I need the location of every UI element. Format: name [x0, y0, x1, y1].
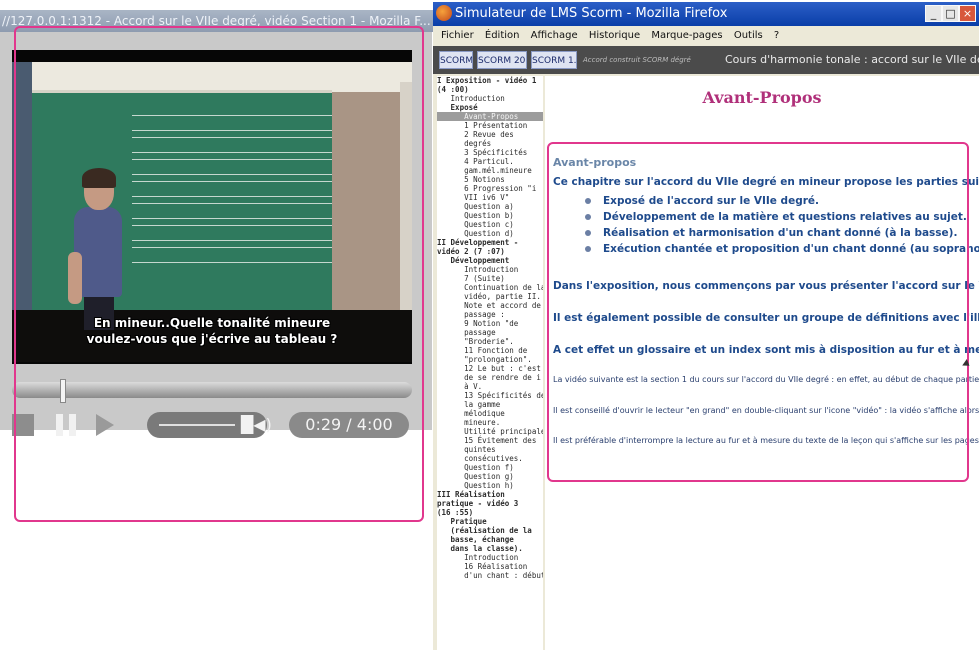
- toc-item[interactable]: Pratique: [437, 517, 543, 526]
- toc-item[interactable]: 1 Présentation: [437, 121, 543, 130]
- toc-item[interactable]: 7 (Suite): [437, 274, 543, 283]
- toolbar-course-label: Accord construit SCORM dégré: [583, 56, 691, 64]
- toc-item[interactable]: vidéo 2 (7 :07): [437, 247, 543, 256]
- menu-marque-pages[interactable]: Marque-pages: [651, 26, 722, 46]
- toc-item[interactable]: consécutives.: [437, 454, 543, 463]
- maximize-button[interactable]: □: [942, 5, 959, 22]
- toc-item[interactable]: "prolongation".: [437, 355, 543, 364]
- menu-outils[interactable]: Outils: [734, 26, 763, 46]
- toc-item[interactable]: 6 Progression "i: [437, 184, 543, 193]
- toc-item[interactable]: 3 Spécificités: [437, 148, 543, 157]
- toc-item[interactable]: 12 Le but : c'est: [437, 364, 543, 373]
- toc-item[interactable]: Question g): [437, 472, 543, 481]
- toc-item[interactable]: 2 Revue des: [437, 130, 543, 139]
- toc-item[interactable]: Introduction: [437, 265, 543, 274]
- toc-item[interactable]: la gamme: [437, 400, 543, 409]
- toc-item[interactable]: Continuation de la: [437, 283, 543, 292]
- toc-item[interactable]: basse, échange: [437, 535, 543, 544]
- firefox-logo-icon: [436, 5, 452, 21]
- toc-item[interactable]: (4 :00): [437, 85, 543, 94]
- menu-help[interactable]: ?: [774, 26, 779, 46]
- menu-affichage[interactable]: Affichage: [531, 26, 578, 46]
- toc-item[interactable]: Introduction: [437, 94, 543, 103]
- close-button[interactable]: ×: [959, 5, 976, 22]
- scorm-button[interactable]: SCORM: [439, 51, 473, 69]
- toc-item[interactable]: Note et accord de: [437, 301, 543, 310]
- firefox-window-title: Simulateur de LMS Scorm - Mozilla Firefo…: [455, 6, 728, 21]
- toc-item[interactable]: Utilité principale.: [437, 427, 543, 436]
- scorm-2004-button[interactable]: SCORM 2004: [477, 51, 527, 69]
- toc-item[interactable]: vidéo, partie II.: [437, 292, 543, 301]
- toc-item[interactable]: Avant-Propos: [437, 112, 543, 121]
- video-highlight-box: [14, 26, 424, 522]
- toc-item[interactable]: Question d): [437, 229, 543, 238]
- toc-item[interactable]: Introduction: [437, 553, 543, 562]
- menu-historique[interactable]: Historique: [589, 26, 640, 46]
- toc-item[interactable]: Question b): [437, 211, 543, 220]
- toc-item[interactable]: passage :: [437, 310, 543, 319]
- toc-item[interactable]: passage: [437, 328, 543, 337]
- toc-item[interactable]: Question a): [437, 202, 543, 211]
- toc-item[interactable]: 13 Spécificités de: [437, 391, 543, 400]
- toc-item[interactable]: degrés: [437, 139, 543, 148]
- page-title: Avant-Propos: [702, 88, 822, 107]
- toc-item[interactable]: 16 Réalisation: [437, 562, 543, 571]
- toc-item[interactable]: (16 :55): [437, 508, 543, 517]
- toc-item[interactable]: mélodique: [437, 409, 543, 418]
- menu-edition[interactable]: Édition: [485, 26, 520, 46]
- toc-item[interactable]: gam.mél.mineure: [437, 166, 543, 175]
- table-of-contents: I Exposition - vidéo 1 (4 :00) Introducti…: [437, 76, 543, 650]
- toc-item[interactable]: Question c): [437, 220, 543, 229]
- firefox-titlebar: Simulateur de LMS Scorm - Mozilla Firefo…: [433, 2, 979, 26]
- toc-item[interactable]: 9 Notion "de: [437, 319, 543, 328]
- content-highlight-box: [547, 142, 969, 482]
- toc-item[interactable]: 11 Fonction de: [437, 346, 543, 355]
- toc-item[interactable]: "Broderie".: [437, 337, 543, 346]
- toc-item[interactable]: Question h): [437, 481, 543, 490]
- toc-item[interactable]: III Réalisation: [437, 490, 543, 499]
- toc-item[interactable]: Question f): [437, 463, 543, 472]
- toc-item[interactable]: 15 Évitement des: [437, 436, 543, 445]
- toc-item[interactable]: quintes: [437, 445, 543, 454]
- scorm-toolbar: SCORM SCORM 2004 SCORM 1.2 Accord constr…: [433, 46, 979, 74]
- toc-item[interactable]: à V.: [437, 382, 543, 391]
- firefox-menubar: Fichier Édition Affichage Historique Mar…: [433, 26, 979, 46]
- scorm-1-2-button[interactable]: SCORM 1.2: [531, 51, 577, 69]
- toc-item[interactable]: II Développement -: [437, 238, 543, 247]
- toc-item[interactable]: 4 Particul.: [437, 157, 543, 166]
- course-title: Cours d'harmonie tonale : accord sur le …: [725, 53, 979, 66]
- toc-item[interactable]: mineure.: [437, 418, 543, 427]
- toc-item[interactable]: de se rendre de i: [437, 373, 543, 382]
- toc-item[interactable]: (réalisation de la: [437, 526, 543, 535]
- toc-item[interactable]: Exposé: [437, 103, 543, 112]
- toc-item[interactable]: Développement: [437, 256, 543, 265]
- toc-item[interactable]: pratique - vidéo 3: [437, 499, 543, 508]
- minimize-button[interactable]: _: [925, 5, 942, 22]
- toc-item[interactable]: VII iv6 V": [437, 193, 543, 202]
- toc-item[interactable]: d'un chant : début: [437, 571, 543, 580]
- menu-fichier[interactable]: Fichier: [441, 26, 474, 46]
- toc-item[interactable]: 5 Notions: [437, 175, 543, 184]
- toc-item[interactable]: dans la classe).: [437, 544, 543, 553]
- toc-item[interactable]: I Exposition - vidéo 1: [437, 76, 543, 85]
